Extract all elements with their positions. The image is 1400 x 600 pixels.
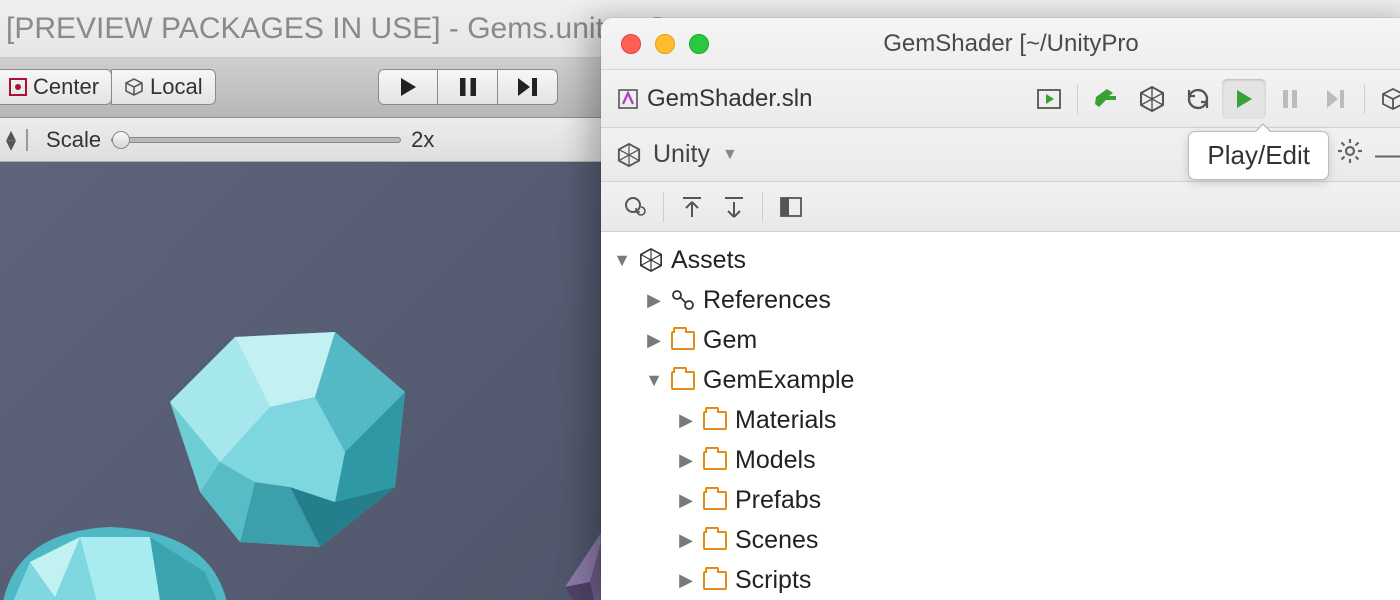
chevron-down-icon[interactable]: ▼ [722,146,738,164]
gear-icon[interactable] [1337,138,1363,171]
unity-project-icon [639,248,663,272]
twist-right-icon[interactable]: ▶ [645,290,663,311]
tree-root-assets[interactable]: ▼ Assets [601,240,1400,280]
tree-models-label: Models [735,446,816,475]
unity-logo-icon [617,143,641,167]
pivot-center-label: Center [33,74,99,100]
space-local-button[interactable]: Local [111,69,216,105]
tree-gemexample-label: GemExample [703,366,854,395]
expand-icon[interactable]: ▴▾ [6,130,16,150]
rider-toolbar: GemShader.sln [601,70,1400,128]
rider-tree-toolbar [601,182,1400,232]
tree-gem-label: Gem [703,326,757,355]
expand-down-icon[interactable] [716,187,752,227]
tree-node-scenes[interactable]: ▶ Scenes [601,520,1400,560]
folder-icon [703,491,727,510]
minimize-window-button[interactable] [655,34,675,54]
tree-node-references[interactable]: ▶ References [601,280,1400,320]
twist-right-icon[interactable]: ▶ [645,330,663,351]
folder-icon [703,531,727,550]
tree-node-gemexample[interactable]: ▼ GemExample [601,360,1400,400]
folder-icon [671,371,695,390]
pause-button[interactable] [438,69,498,105]
tree-materials-label: Materials [735,406,836,435]
twist-down-icon[interactable]: ▼ [613,250,631,271]
tree-node-scripts[interactable]: ▶ Scripts [601,560,1400,600]
rider-window: GemShader [~/UnityPro GemShader.sln Play… [601,18,1400,600]
tree-scenes-label: Scenes [735,526,818,555]
cube-icon[interactable] [1371,79,1400,119]
step-button[interactable] [498,69,558,105]
solution-icon [617,88,639,110]
tree-node-models[interactable]: ▶ Models [601,440,1400,480]
pause-run-icon[interactable] [1268,79,1312,119]
panel-layout-icon[interactable] [773,187,809,227]
minimize-panel-icon[interactable]: — [1375,138,1400,172]
scale-label: Scale [46,127,101,153]
twist-right-icon[interactable]: ▶ [677,490,695,511]
attach-unity-icon[interactable] [1130,79,1174,119]
twist-down-icon[interactable]: ▼ [645,370,663,391]
space-local-label: Local [150,74,203,100]
tree-node-materials[interactable]: ▶ Materials [601,400,1400,440]
folder-icon [703,411,727,430]
sync-tree-icon[interactable] [617,187,653,227]
tree-scripts-label: Scripts [735,566,811,595]
tree-references-label: References [703,286,831,315]
step-run-icon[interactable] [1314,79,1358,119]
tree-node-prefabs[interactable]: ▶ Prefabs [601,480,1400,520]
refresh-icon[interactable] [1176,79,1220,119]
pivot-center-button[interactable]: Center [0,69,112,105]
folder-icon [671,331,695,350]
tree-root-label: Assets [671,246,746,275]
config-dropdown-label[interactable]: Unity [653,140,710,169]
twist-right-icon[interactable]: ▶ [677,530,695,551]
play-button[interactable] [378,69,438,105]
tree-prefabs-label: Prefabs [735,486,821,515]
twist-right-icon[interactable]: ▶ [677,450,695,471]
rider-titlebar[interactable]: GemShader [~/UnityPro [601,18,1400,70]
folder-icon [703,451,727,470]
play-edit-tooltip: Play/Edit [1188,131,1329,180]
play-run-icon[interactable] [1222,79,1266,119]
solution-dropdown[interactable]: GemShader.sln [617,85,812,113]
zoom-window-button[interactable] [689,34,709,54]
scale-slider[interactable] [111,137,401,143]
rider-window-title: GemShader [~/UnityPro [601,30,1400,58]
twist-right-icon[interactable]: ▶ [677,570,695,591]
folder-icon [703,571,727,590]
collapse-up-icon[interactable] [674,187,710,227]
build-hammer-icon[interactable] [1084,79,1128,119]
twist-right-icon[interactable]: ▶ [677,410,695,431]
solution-tree[interactable]: ▼ Assets ▶ References ▶ Gem ▼ GemExample… [601,232,1400,600]
solution-name: GemShader.sln [647,85,812,113]
scale-value: 2x [411,127,434,153]
tree-node-gem[interactable]: ▶ Gem [601,320,1400,360]
references-icon [671,289,695,311]
run-target-icon[interactable] [1027,79,1071,119]
close-window-button[interactable] [621,34,641,54]
